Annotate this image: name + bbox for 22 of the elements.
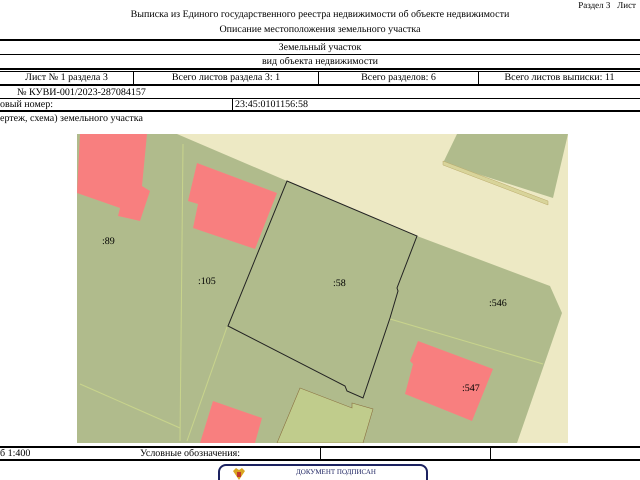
plot-number: :89 (102, 236, 115, 247)
sheet-info: Всего разделов: 6 (361, 72, 436, 84)
document-title: Выписка из Единого государственного реестра недвижимости об объекте недвижимости (130, 9, 510, 20)
plot-number: :546 (489, 298, 507, 309)
document-number: № КУВИ-001/2023-287084157 (17, 86, 146, 98)
cadastral-number: 23:45:0101156:58 (235, 99, 308, 110)
scale-label: б 1:400 (0, 448, 30, 459)
plot-number: :105 (198, 276, 216, 287)
legend-label: Условные обозначения: (140, 448, 240, 459)
cadastral-label: овый номер: (0, 99, 53, 110)
sheet-info: Лист № 1 раздела 3 (25, 72, 108, 84)
emblem-icon (232, 468, 246, 480)
sheet-info: Всего листов раздела 3: 1 (172, 72, 280, 84)
object-name: Земельный участок (278, 42, 362, 53)
building-shape (200, 400, 262, 443)
document-subtitle: Описание местоположения земельного участка (219, 24, 421, 35)
sheet-info: Всего листов выписки: 11 (504, 72, 614, 84)
plot-number: :547 (462, 382, 480, 394)
section-sheet-label: Раздел 3 Лист (578, 0, 636, 11)
plot-number: :58 (333, 278, 346, 289)
object-caption: вид объекта недвижимости (262, 56, 378, 67)
plan-caption: ертеж, схема) земельного участка (0, 113, 143, 124)
